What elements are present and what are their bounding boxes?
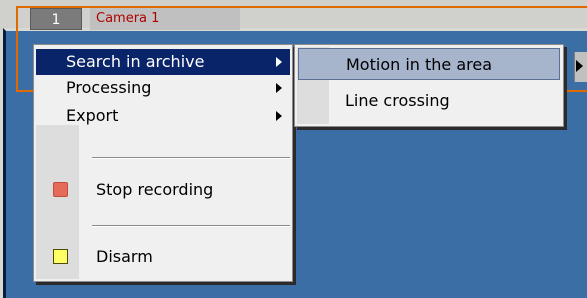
menu-item-label: Stop recording — [96, 180, 214, 199]
menu-item-label: Disarm — [96, 247, 153, 266]
submenu-item-label: Motion in the area — [346, 55, 493, 74]
submenu-arrow-icon — [276, 57, 282, 67]
menu-item-stop-recording[interactable]: Stop recording — [36, 177, 290, 203]
camera-number: 1 — [30, 8, 82, 30]
stop-recording-icon — [53, 182, 68, 197]
submenu-arrow-icon — [276, 83, 282, 93]
context-menu: Search in archive Processing Export Stop… — [33, 44, 293, 282]
menu-separator — [92, 225, 290, 227]
submenu-arrow-icon — [276, 111, 282, 121]
menu-item-export[interactable]: Export — [36, 103, 290, 129]
submenu-item-line-crossing[interactable]: Line crossing — [298, 85, 560, 117]
menu-item-label: Export — [66, 106, 119, 125]
menu-separator — [92, 157, 290, 159]
menu-item-search-in-archive[interactable]: Search in archive — [36, 49, 290, 75]
camera-overlay-button[interactable] — [574, 52, 587, 82]
surveillance-window: 1 Camera 1 Search in archive Processing … — [0, 0, 587, 298]
menu-item-processing[interactable]: Processing — [36, 75, 290, 101]
menu-item-label: Search in archive — [66, 52, 205, 71]
camera-title: Camera 1 — [90, 8, 240, 30]
menu-item-disarm[interactable]: Disarm — [36, 244, 290, 270]
disarm-icon — [53, 249, 68, 264]
menu-item-label: Processing — [66, 78, 152, 97]
chevron-right-icon — [576, 60, 583, 72]
submenu-item-motion-in-the-area[interactable]: Motion in the area — [298, 48, 560, 80]
search-archive-submenu: Motion in the area Line crossing — [294, 44, 564, 127]
submenu-item-label: Line crossing — [345, 91, 450, 110]
